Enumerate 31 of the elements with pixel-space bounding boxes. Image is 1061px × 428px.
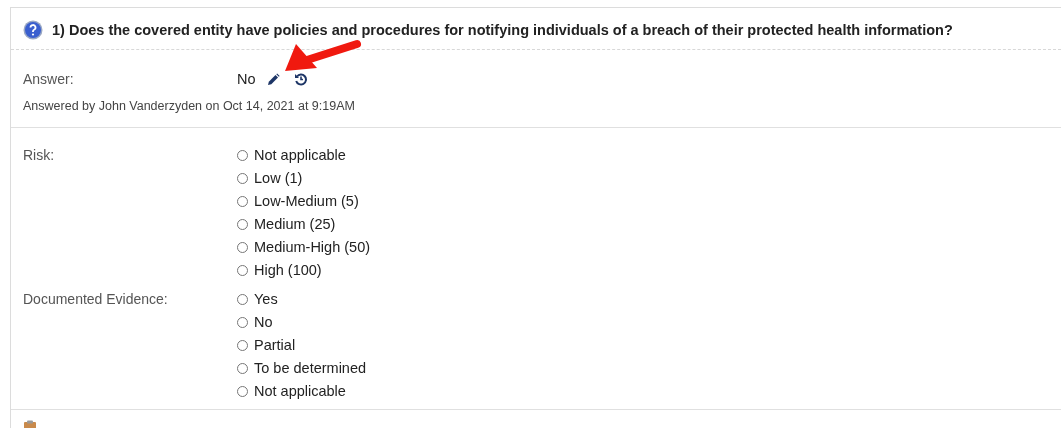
radio-option[interactable]: No — [237, 312, 367, 332]
radio-option[interactable]: To be determined — [237, 358, 367, 378]
radio-option[interactable]: Low-Medium (5) — [237, 191, 371, 211]
help-icon — [23, 20, 43, 40]
pencil-icon[interactable] — [266, 72, 280, 86]
field-label: Documented Evidence: — [23, 290, 169, 309]
radio-button[interactable] — [237, 195, 248, 207]
radio-button[interactable] — [237, 293, 248, 305]
radio-button[interactable] — [237, 172, 248, 184]
answer-value: No — [237, 71, 256, 87]
radio-option[interactable]: Not applicable — [237, 381, 367, 401]
radio-button[interactable] — [237, 316, 248, 328]
radio-button[interactable] — [237, 362, 248, 374]
radio-button[interactable] — [237, 218, 248, 230]
radio-option[interactable]: Not applicable — [237, 145, 371, 165]
answered-by-text: Answered by John Vanderzyden on Oct 14, 2021 at 9:19AM — [23, 99, 356, 113]
radio-button[interactable] — [237, 264, 248, 276]
radio-option[interactable]: Partial — [237, 335, 367, 355]
radio-button[interactable] — [237, 149, 248, 161]
field-label: Risk: — [23, 146, 56, 165]
radio-option[interactable]: Medium-High (50) — [237, 237, 371, 257]
radio-option[interactable]: High (100) — [237, 260, 371, 280]
radio-button[interactable] — [237, 385, 248, 397]
answer-label: Answer: — [23, 71, 75, 87]
history-icon[interactable] — [293, 72, 308, 86]
radio-button[interactable] — [237, 339, 248, 351]
radio-button[interactable] — [237, 241, 248, 253]
radio-option[interactable]: Low (1) — [237, 168, 371, 188]
radio-option[interactable]: Medium (25) — [237, 214, 371, 234]
radio-option[interactable]: Yes — [237, 289, 367, 309]
question-title: 1) Does the covered entity have policies and procedures for notifying individuals of a breach of their protected health information? — [52, 22, 953, 38]
